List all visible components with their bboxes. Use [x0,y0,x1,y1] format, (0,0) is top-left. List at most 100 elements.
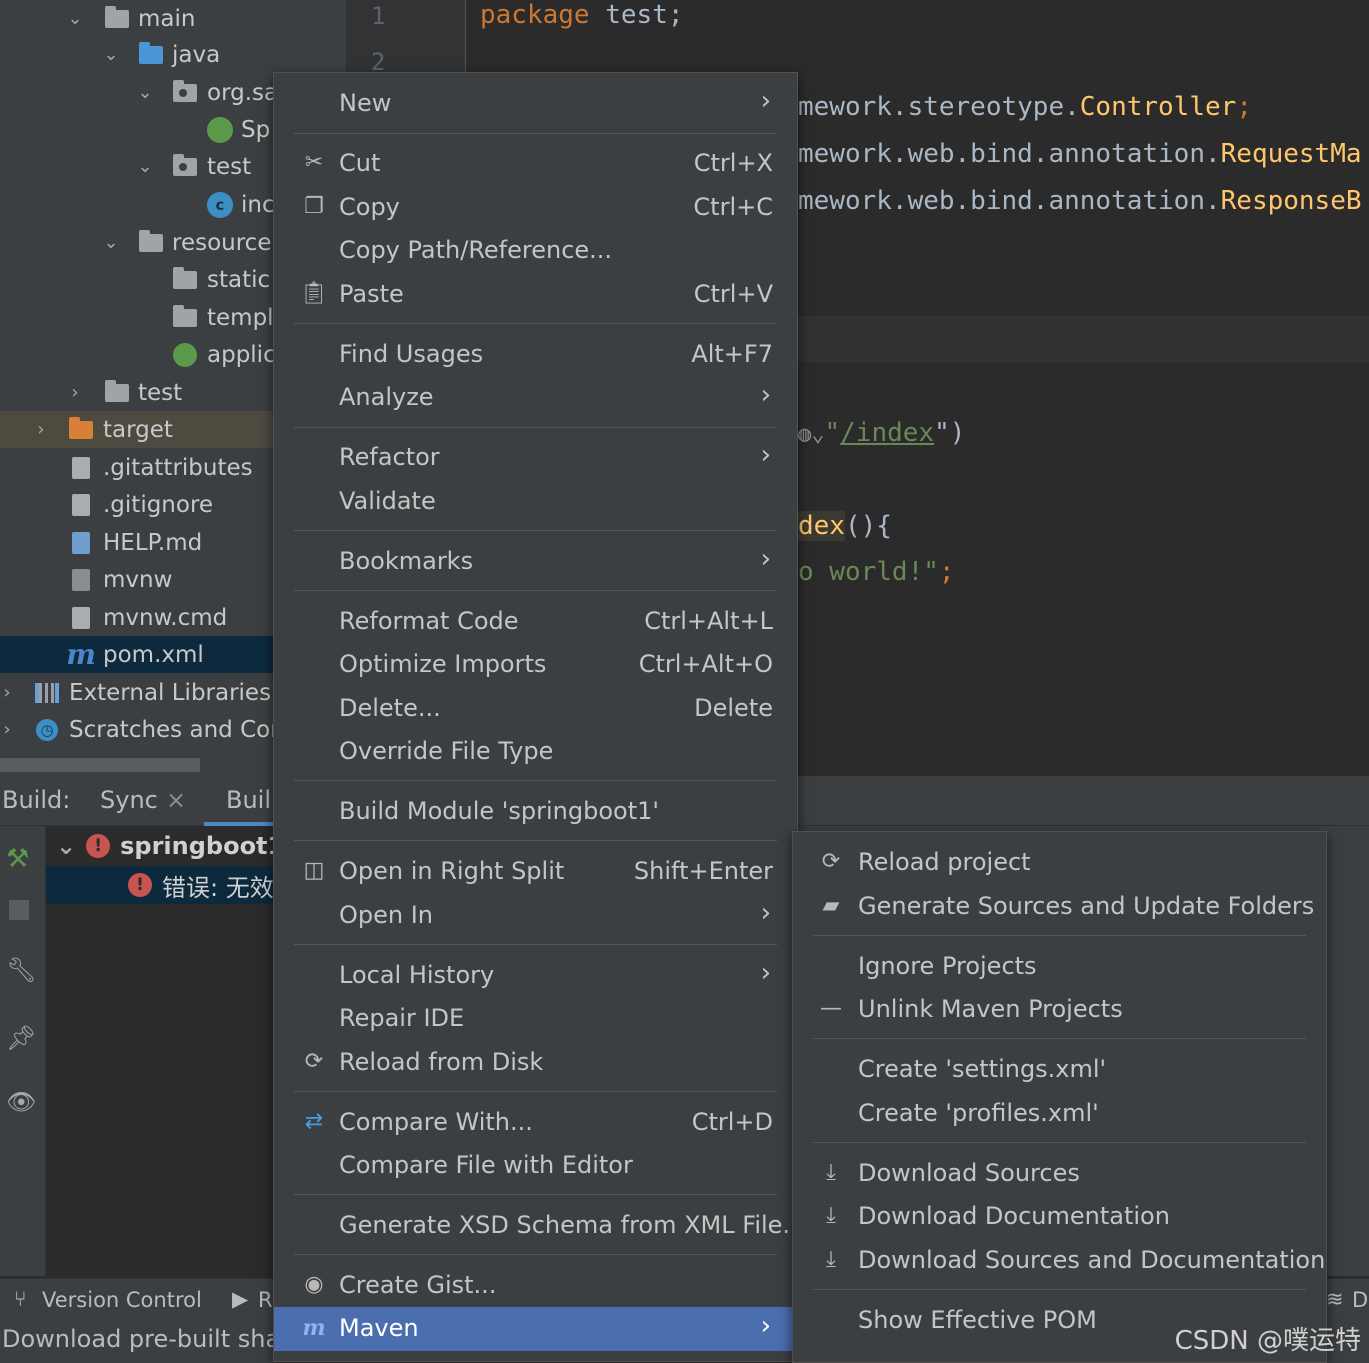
tab-sync[interactable]: Sync [100,786,158,814]
menu-item-repair-ide[interactable]: Repair IDE [274,997,797,1039]
watermark: CSDN @噗运特 [1174,1326,1361,1356]
chevron-down-icon[interactable]: ⌄ [100,44,122,65]
method-name: dex [798,511,845,541]
scratches-icon: ◷ [34,718,60,741]
menu-item-copy[interactable]: ❐ Copy Ctrl+C [274,186,797,228]
tree-item-label: .gitignore [103,491,214,518]
tab-build[interactable]: Buil [226,786,271,814]
menu-item-refactor[interactable]: Refactor › [274,436,797,478]
menu-item-ignore-projects[interactable]: Ignore Projects [793,945,1326,987]
version-control-tab[interactable]: Version Control [42,1288,202,1312]
menu-separator [294,133,777,134]
tree-item-main[interactable]: ⌄ main [0,0,346,37]
menu-item-download-sources-docs[interactable]: ⤓ Download Sources and Documentation [793,1239,1326,1281]
build-tree-project[interactable]: ⌄ ! springboot1 [56,832,284,860]
menu-item-shortcut: Ctrl+Alt+L [644,607,773,635]
menu-item-copy-path[interactable]: Copy Path/Reference... [274,229,797,271]
close-icon[interactable]: × [166,786,186,814]
menu-item-create-profiles[interactable]: Create 'profiles.xml' [793,1092,1326,1134]
folder-icon [104,379,130,404]
menu-item-bookmarks[interactable]: Bookmarks › [274,540,797,582]
chevron-down-icon[interactable]: ⌄ [134,156,156,177]
method-params: (){ [844,511,892,541]
import-class: RequestMa [1220,139,1362,169]
menu-item-reload-project[interactable]: ⟳ Reload project [793,841,1326,883]
maven-icon: m [302,1315,326,1341]
eye-icon[interactable]: 👁︎ [6,1088,36,1116]
menu-item-label: Copy Path/Reference... [339,236,613,264]
chevron-down-icon[interactable]: ⌄ [134,82,156,103]
chevron-right-icon[interactable]: › [0,682,18,703]
minus-icon: — [820,996,842,1021]
keyword-package: package [480,0,590,30]
menu-item-label: Maven [339,1314,419,1342]
menu-item-shortcut: Delete [694,694,773,722]
right-tool-tab[interactable]: D [1352,1288,1368,1312]
menu-item-shortcut: Ctrl+X [693,149,773,177]
wrench-icon[interactable]: 🔧︎ [6,956,36,984]
menu-item-download-docs[interactable]: ⤓ Download Documentation [793,1195,1326,1237]
chevron-right-icon[interactable]: › [64,382,86,403]
chevron-down-icon[interactable]: ⌄ [100,232,122,253]
code-line-import-1: mework.stereotype.Controller; [798,92,1252,122]
menu-separator [294,590,777,591]
menu-item-generate-xsd[interactable]: Generate XSD Schema from XML File... [274,1204,805,1246]
string-close: ") [934,418,966,448]
import-package: mework.web.bind.annotation. [798,186,1221,216]
menu-item-override-file-type[interactable]: Override File Type [274,730,797,772]
url-path-link[interactable]: /index [840,418,934,448]
menu-separator [294,1254,777,1255]
menu-item-shortcut: Ctrl+D [691,1108,773,1136]
horizontal-scrollbar[interactable] [0,758,200,772]
menu-item-analyze[interactable]: Analyze › [274,376,797,418]
menu-item-create-settings[interactable]: Create 'settings.xml' [793,1048,1326,1090]
menu-item-download-sources[interactable]: ⤓ Download Sources [793,1152,1326,1194]
reload-icon: ⟳ [821,849,841,874]
globe-icon[interactable]: ◍⌄ [798,422,825,447]
menu-item-validate[interactable]: Validate [274,480,797,522]
menu-item-label: Create Gist... [339,1271,497,1299]
chevron-right-icon: › [760,380,771,410]
menu-item-build-module[interactable]: Build Module 'springboot1' [274,790,797,832]
resources-folder-icon [138,229,164,254]
menu-item-reload-from-disk[interactable]: ⟳ Reload from Disk [274,1041,797,1083]
menu-item-optimize-imports[interactable]: Optimize Imports Ctrl+Alt+O [274,643,797,685]
menu-item-label: Validate [339,487,436,515]
tree-item-label: mvnw.cmd [103,604,228,631]
tree-item-label: target [103,416,173,443]
menu-item-generate-sources[interactable]: ▰ Generate Sources and Update Folders [793,885,1326,927]
tree-item-label: pom.xml [103,641,204,668]
menu-item-compare-file-editor[interactable]: Compare File with Editor [274,1144,797,1186]
download-icon: ⤓ [826,1160,836,1185]
code-line-package: package test; [480,0,684,30]
menu-item-local-history[interactable]: Local History › [274,954,797,996]
tree-item-java[interactable]: ⌄ java [0,36,346,73]
menu-item-delete[interactable]: Delete... Delete [274,687,797,729]
chevron-down-icon[interactable]: ⌄ [64,8,86,29]
chevron-right-icon[interactable]: › [30,419,52,440]
menu-item-reformat-code[interactable]: Reformat Code Ctrl+Alt+L [274,600,797,642]
run-tab[interactable]: R [258,1288,273,1312]
menu-item-label: Optimize Imports [339,650,547,678]
stop-icon[interactable] [9,900,29,920]
menu-item-maven[interactable]: m Maven › [274,1307,797,1351]
menu-item-compare-with[interactable]: ⇄ Compare With... Ctrl+D [274,1101,797,1143]
chevron-down-icon[interactable]: ⌄ [56,832,76,860]
menu-item-label: Bookmarks [339,547,474,575]
pin-icon[interactable]: 📌︎ [6,1024,36,1052]
menu-item-unlink-maven[interactable]: — Unlink Maven Projects [793,988,1326,1030]
menu-item-open-in[interactable]: Open In › [274,894,797,936]
menu-item-label: Generate Sources and Update Folders [858,892,1315,920]
menu-item-open-right-split[interactable]: ◫ Open in Right Split Shift+Enter [274,850,797,892]
menu-item-new[interactable]: New › [274,82,797,124]
tree-item-label: Scratches and Cor [69,716,280,743]
menu-item-paste[interactable]: 📋︎ Paste Ctrl+V [274,273,797,315]
menu-item-find-usages[interactable]: Find Usages Alt+F7 [274,333,797,375]
menu-separator [813,1038,1306,1039]
menu-item-cut[interactable]: ✂ Cut Ctrl+X [274,142,797,184]
gitignore-file-icon [68,493,94,516]
chevron-right-icon[interactable]: › [0,719,18,740]
hammer-icon[interactable]: ⚒ [6,844,29,874]
folder-icon [104,5,130,30]
menu-item-create-gist[interactable]: ◉ Create Gist... [274,1264,797,1306]
